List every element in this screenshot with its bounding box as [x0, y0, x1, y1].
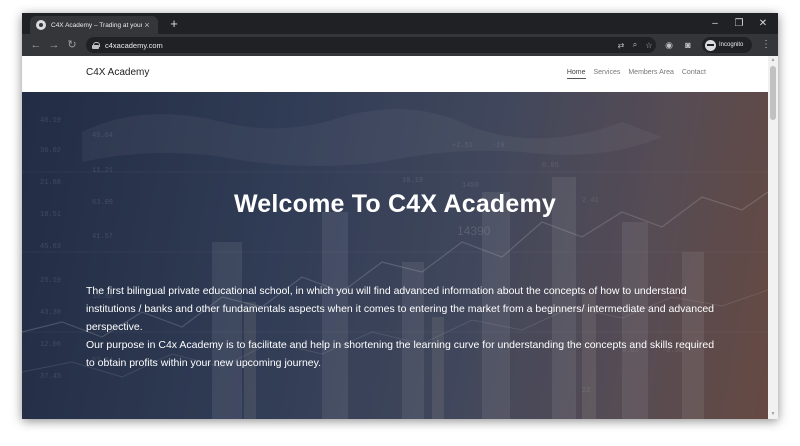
tab-strip: C4X Academy – Trading at your fi... × + … [22, 13, 778, 34]
scroll-thumb[interactable] [770, 66, 776, 120]
hero-section: 48.19 36.02 21.88 18.51 45.83 25.19 43.30 12.… [22, 92, 768, 419]
lock-icon[interactable] [92, 41, 100, 49]
nav-home-link[interactable]: Home [566, 69, 586, 79]
browser-toolbar: ← → ↻ c4xacademy.com ⇄ ⌕ ☆ ◉ ◙ Incognito… [22, 34, 778, 56]
reload-button[interactable]: ↻ [64, 37, 80, 53]
nav-members-area-link[interactable]: Members Area [628, 69, 674, 79]
browser-menu-icon[interactable]: ⋮ [760, 37, 772, 53]
page-viewport: C4X Academy Home Services Members Area C… [22, 56, 778, 419]
zoom-icon[interactable]: ⌕ [628, 40, 642, 50]
browser-tab[interactable]: C4X Academy – Trading at your fi... × [30, 16, 158, 34]
camera-icon[interactable]: ◙ [681, 38, 695, 52]
address-bar[interactable]: c4xacademy.com ⇄ ⌕ ☆ [86, 37, 656, 53]
site-brand[interactable]: C4X Academy [86, 67, 149, 78]
site-favicon-icon [36, 20, 46, 30]
browser-window: C4X Academy – Trading at your fi... × + … [22, 13, 778, 419]
scroll-up-icon[interactable]: ▲ [768, 56, 778, 65]
hero-description: The first bilingual private educational … [86, 282, 716, 372]
site-nav-links: Home Services Members Area Contact [566, 69, 706, 79]
close-window-button[interactable]: ✕ [748, 13, 778, 34]
nav-contact-link[interactable]: Contact [682, 69, 706, 79]
new-tab-button[interactable]: + [167, 16, 181, 32]
translate-icon[interactable]: ⇄ [614, 41, 628, 50]
incognito-label: Incognito [719, 42, 744, 48]
url-text[interactable]: c4xacademy.com [105, 41, 614, 50]
incognito-badge[interactable]: Incognito [702, 37, 752, 53]
site-navbar: C4X Academy Home Services Members Area C… [22, 56, 768, 92]
scroll-down-icon[interactable]: ▼ [768, 410, 778, 419]
tab-title: C4X Academy – Trading at your fi... [51, 21, 142, 29]
page-scrollbar[interactable]: ▲ ▼ [768, 56, 778, 419]
nav-services-link[interactable]: Services [594, 69, 621, 79]
tab-close-icon[interactable]: × [142, 20, 152, 30]
hero-paragraph-2: Our purpose in C4x Academy is to facilit… [86, 339, 715, 369]
extension-icon[interactable]: ◉ [662, 38, 676, 52]
hero-paragraph-1: The first bilingual private educational … [86, 285, 715, 333]
forward-button[interactable]: → [46, 37, 62, 53]
back-button[interactable]: ← [28, 37, 44, 53]
hero-title: Welcome To C4X Academy [233, 190, 557, 218]
incognito-icon [705, 39, 716, 51]
star-icon[interactable]: ☆ [642, 41, 656, 50]
